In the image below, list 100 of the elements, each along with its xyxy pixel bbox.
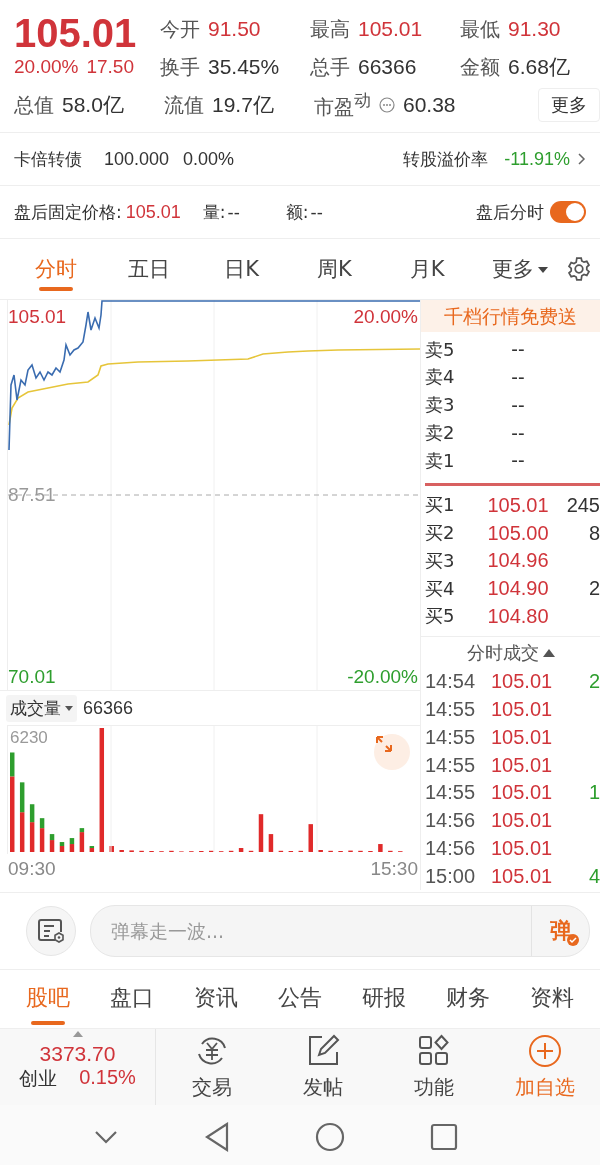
ask-label: 卖3 [425,393,456,418]
bid-label: 买2 [425,521,456,546]
ask-price: -- [510,338,526,362]
bid-price: 105.00 [486,521,550,545]
chevron-right-icon[interactable] [578,153,586,165]
chart-tab[interactable]: 周K [288,247,381,291]
trade-time: 14:56 [425,836,477,860]
settings-icon[interactable] [566,256,593,282]
trade-price: 105.01 [491,809,554,833]
section-tab[interactable]: 资料 [510,973,594,1025]
trade-volume: 1 [587,781,600,805]
caret-up-icon[interactable] [542,648,555,657]
stat-value: 35.45% [208,55,280,79]
chart-tab[interactable]: 五日 [102,247,196,291]
stat-label: 流值 [164,91,204,119]
after-hours-toggle[interactable] [550,201,586,223]
bond-name: 卡倍转债 [14,147,82,171]
bid-label: 买4 [425,576,456,601]
trade-price: 105.01 [491,781,554,805]
bid-label: 买3 [425,548,456,573]
after-hours-price: 105.01 [125,201,181,223]
section-tab[interactable]: 盘口 [90,973,174,1025]
ask-label: 卖2 [425,421,456,445]
section-tab[interactable]: 资讯 [174,973,258,1025]
bond-change: 0.00% [183,148,235,170]
axis-label: 87.51 [8,484,56,506]
indicator-dropdown[interactable]: 成交量 [6,694,77,722]
caret-down-icon [537,267,548,273]
trade-volume: 4 [587,864,600,888]
stat-label: 最高 [310,15,350,43]
axis-label: -20.00% [347,666,418,688]
add-circle-icon [527,1033,562,1068]
more-button[interactable]: 更多 [538,88,600,122]
ask-price: -- [510,449,526,473]
expand-icon [374,734,394,754]
section-tab[interactable]: 公告 [258,973,342,1025]
action-button[interactable]: 发帖 [267,1029,378,1105]
stat-label: 金额 [460,53,500,81]
chart-tab[interactable]: 日K [195,247,288,291]
trade-price: 105.01 [491,670,554,694]
recents-icon[interactable] [429,1123,458,1151]
trade-time: 14:54 [425,670,477,694]
ask-price: -- [510,365,526,389]
volume-total: 66366 [83,697,134,719]
trade-time: 14:55 [425,753,477,777]
barrage-settings-button[interactable] [26,906,76,956]
axis-label: 6230 [10,728,48,748]
stat-value: 58.0亿 [62,92,124,118]
chart-tab[interactable]: 月K [380,247,474,291]
ask-price: -- [510,393,526,417]
bond-price: 100.000 [104,148,170,170]
more-dots-icon[interactable] [379,97,395,113]
axis-label: 20.00% [353,306,418,328]
action-button[interactable]: 交易 [156,1029,267,1105]
bid-volume: 8 [587,521,600,545]
stat-value: 91.50 [208,17,261,41]
trade-price: 105.01 [491,864,554,888]
bid-price: 104.80 [486,604,550,628]
trade-price: 105.01 [491,753,554,777]
trade-price: 105.01 [491,725,554,749]
section-tab[interactable]: 财务 [426,973,510,1025]
action-button[interactable]: 功能 [378,1029,489,1105]
stat-value: 60.38 [403,93,456,117]
stat-value: 91.30 [508,17,561,41]
trade-time: 14:55 [425,781,477,805]
chart-tab[interactable]: 更多 [473,247,567,291]
section-tab[interactable]: 研报 [342,973,426,1025]
bid-volume: 2 [587,577,600,601]
change-percent: 20.00% [14,56,79,78]
caret-up-icon [72,1031,83,1037]
bid-volume: 245 [565,493,600,517]
home-icon[interactable] [314,1122,345,1152]
trade-time: 14:56 [425,809,477,833]
bid-price: 105.01 [486,493,550,517]
stat-label: 市盈$^{动}$ [314,89,371,121]
back-icon[interactable] [203,1122,230,1152]
stat-label: 总值 [14,91,54,119]
stat-label: 总手 [310,53,350,81]
after-hours-label: 盘后固定价格: [14,200,122,224]
chevron-down-icon[interactable] [92,1129,119,1145]
trades-title[interactable]: 分时成交 [466,640,539,665]
trade-price: 105.01 [491,836,554,860]
stat-value: 105.01 [358,17,423,41]
bid-price: 104.96 [486,549,550,573]
index-change: 0.15% [79,1066,136,1090]
stat-value: 66366 [358,55,417,79]
ask-price: -- [510,421,526,445]
volume-value: -- [227,202,240,222]
trade-volume: 2 [587,670,600,694]
expand-button[interactable] [374,734,410,770]
bid-price: 104.90 [486,577,550,601]
ask-label: 卖5 [425,337,456,362]
stat-value: 6.68亿 [508,54,570,80]
change-amount: 17.50 [86,56,134,78]
amount-value: -- [310,202,323,222]
premium-value: -11.91% [504,148,570,170]
index-value: 3373.70 [39,1042,116,1066]
axis-label: 105.01 [8,306,67,328]
stat-value: 19.7亿 [212,92,274,118]
volume-label: 量: [202,200,226,224]
